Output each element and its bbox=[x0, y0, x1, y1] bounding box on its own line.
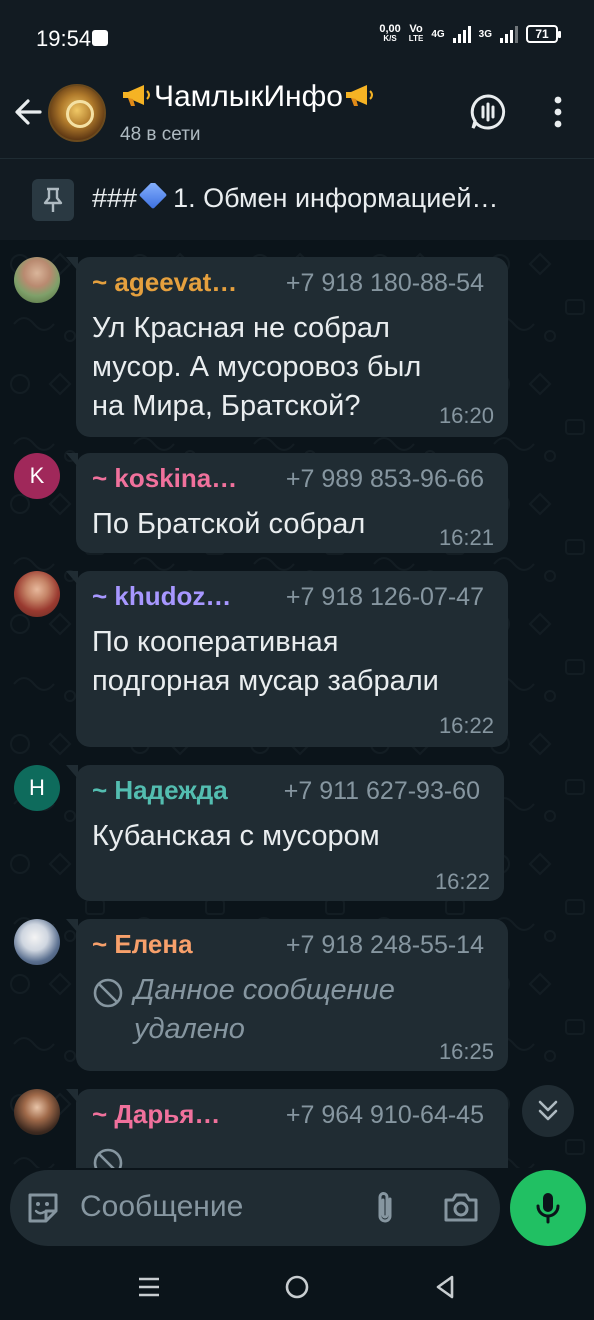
sig1-label: 4G bbox=[431, 28, 445, 40]
battery-level: 71 bbox=[535, 27, 549, 41]
message-text: Кубанская с мусором bbox=[92, 820, 380, 852]
volte-sub-label: LTE bbox=[408, 34, 424, 43]
home-icon[interactable] bbox=[282, 1272, 312, 1302]
megaphone-icon bbox=[123, 85, 150, 106]
pinned-message-bar[interactable]: ### 1. Обмен информацией… bbox=[0, 158, 594, 240]
sender-phone: +7 989 853-96-66 bbox=[285, 465, 484, 493]
signal-icon-2 bbox=[500, 25, 518, 43]
message-time: 16:20 bbox=[438, 403, 494, 428]
bubble-tail bbox=[66, 1089, 78, 1103]
volte-label: Vo bbox=[409, 23, 423, 35]
volte-indicator: Vo LTE bbox=[409, 24, 424, 44]
sig2-label: 3G bbox=[478, 28, 492, 40]
message-bubble[interactable]: ~ khudoz… +7 918 126-07-47 По кооператив… bbox=[66, 571, 508, 747]
chat-header[interactable]: ЧамлыкИнфо 48 в сети bbox=[0, 78, 594, 158]
blue-diamond-icon bbox=[138, 183, 168, 210]
message-time: 16:21 bbox=[438, 525, 494, 550]
notification-icon bbox=[92, 30, 108, 46]
message-text: По Братской собрал bbox=[92, 508, 366, 540]
system-nav-bar bbox=[0, 1252, 594, 1320]
message-input[interactable]: Сообщение bbox=[80, 1190, 243, 1224]
group-title-text: ЧамлыкИнфо bbox=[154, 80, 343, 113]
online-count: 48 в сети bbox=[120, 124, 201, 145]
message-bubble[interactable]: ~ koskina… +7 989 853-96-66 По Братской … bbox=[66, 453, 508, 553]
sender-phone: +7 918 126-07-47 bbox=[285, 583, 484, 611]
voice-record-button[interactable] bbox=[510, 1170, 586, 1246]
net-speed: 0,00 K/S bbox=[379, 24, 400, 44]
sender-name[interactable]: ~ Елена bbox=[92, 929, 193, 960]
avatar-letter: K bbox=[29, 463, 45, 488]
message-time: 16:22 bbox=[438, 713, 494, 738]
message-bubble[interactable]: ~ Дарья… +7 964 910-64-45 bbox=[66, 1089, 508, 1168]
status-bar: 19:54 0,00 K/S Vo LTE 4G 3G 71 bbox=[0, 0, 594, 78]
signal-icon bbox=[452, 25, 471, 43]
deleted-message-icon bbox=[93, 1148, 123, 1168]
camera-icon[interactable] bbox=[442, 1189, 480, 1227]
sender-phone: +7 964 910-64-45 bbox=[285, 1101, 484, 1129]
message-bubble[interactable]: ~ ageevat… +7 918 180-88-54 Ул Красная н… bbox=[66, 257, 508, 437]
pinned-text: 1. Обмен информацией… bbox=[173, 183, 499, 213]
pinned-prefix: ### bbox=[92, 183, 138, 213]
sender-name[interactable]: ~ Надежда bbox=[92, 775, 228, 806]
sender-name[interactable]: ~ koskina… bbox=[92, 463, 237, 494]
microphone-icon bbox=[536, 1193, 560, 1224]
double-chevron-down-icon bbox=[538, 1100, 558, 1121]
sender-avatar[interactable]: Н bbox=[14, 765, 60, 811]
message-input-bar[interactable]: Сообщение bbox=[10, 1170, 500, 1246]
status-icons: 0,00 K/S Vo LTE 4G 3G 71 bbox=[379, 24, 561, 44]
back-nav-icon[interactable] bbox=[430, 1272, 460, 1302]
voice-chat-icon[interactable] bbox=[468, 92, 508, 132]
bubble-tail bbox=[66, 765, 78, 779]
avatar-letter: Н bbox=[29, 775, 45, 800]
sender-phone: +7 918 248-55-14 bbox=[285, 931, 484, 959]
sender-name[interactable]: ~ ageevat… bbox=[92, 267, 237, 298]
message-bubble[interactable]: ~ Надежда +7 911 627-93-60 Кубанская с м… bbox=[66, 765, 504, 901]
bubble-tail bbox=[66, 257, 78, 271]
chat-area[interactable]: ~ ageevat… +7 918 180-88-54 Ул Красная н… bbox=[0, 240, 594, 1168]
sender-avatar[interactable] bbox=[14, 571, 60, 617]
net-speed-value: 0,00 bbox=[379, 23, 401, 35]
back-arrow-icon[interactable] bbox=[12, 94, 44, 130]
bubble-tail bbox=[66, 453, 78, 467]
message-time: 16:25 bbox=[438, 1039, 494, 1064]
sender-avatar[interactable] bbox=[14, 1089, 60, 1135]
status-time: 19:54 bbox=[36, 26, 92, 51]
message-text: Ул Красная не собрал мусор. А мусоровоз … bbox=[92, 312, 422, 422]
sender-avatar[interactable]: K bbox=[14, 453, 60, 499]
group-title[interactable]: ЧамлыкИнфо bbox=[120, 80, 377, 114]
deleted-message-icon bbox=[93, 978, 123, 1008]
sender-avatar[interactable] bbox=[14, 919, 60, 965]
bubble-tail bbox=[66, 919, 78, 933]
group-avatar[interactable] bbox=[48, 84, 106, 142]
megaphone-icon bbox=[346, 85, 373, 106]
message-time: 16:22 bbox=[434, 869, 490, 894]
pinned-message-text[interactable]: ### 1. Обмен информацией… bbox=[92, 183, 582, 214]
sender-name[interactable]: ~ Дарья… bbox=[92, 1099, 220, 1130]
sender-phone: +7 911 627-93-60 bbox=[283, 777, 480, 805]
message-bubble[interactable]: ~ Елена +7 918 248-55-14 Данное сообщени… bbox=[66, 919, 508, 1071]
sender-phone: +7 918 180-88-54 bbox=[285, 269, 484, 297]
more-options-icon[interactable] bbox=[538, 92, 578, 132]
recent-apps-icon[interactable] bbox=[134, 1272, 164, 1302]
attach-icon[interactable] bbox=[366, 1189, 404, 1227]
message-text: По кооперативная подгорная мусар забрали bbox=[92, 626, 439, 697]
scroll-to-bottom-button[interactable] bbox=[522, 1085, 574, 1137]
sticker-icon[interactable] bbox=[24, 1189, 62, 1227]
bubble-tail bbox=[66, 571, 78, 585]
sender-avatar[interactable] bbox=[14, 257, 60, 303]
pin-icon bbox=[32, 179, 74, 221]
deleted-message-text: Данное сообщение удалено bbox=[134, 974, 395, 1045]
battery-icon: 71 bbox=[526, 25, 561, 43]
sender-name[interactable]: ~ khudoz… bbox=[92, 581, 231, 612]
net-speed-unit: K/S bbox=[383, 34, 397, 43]
